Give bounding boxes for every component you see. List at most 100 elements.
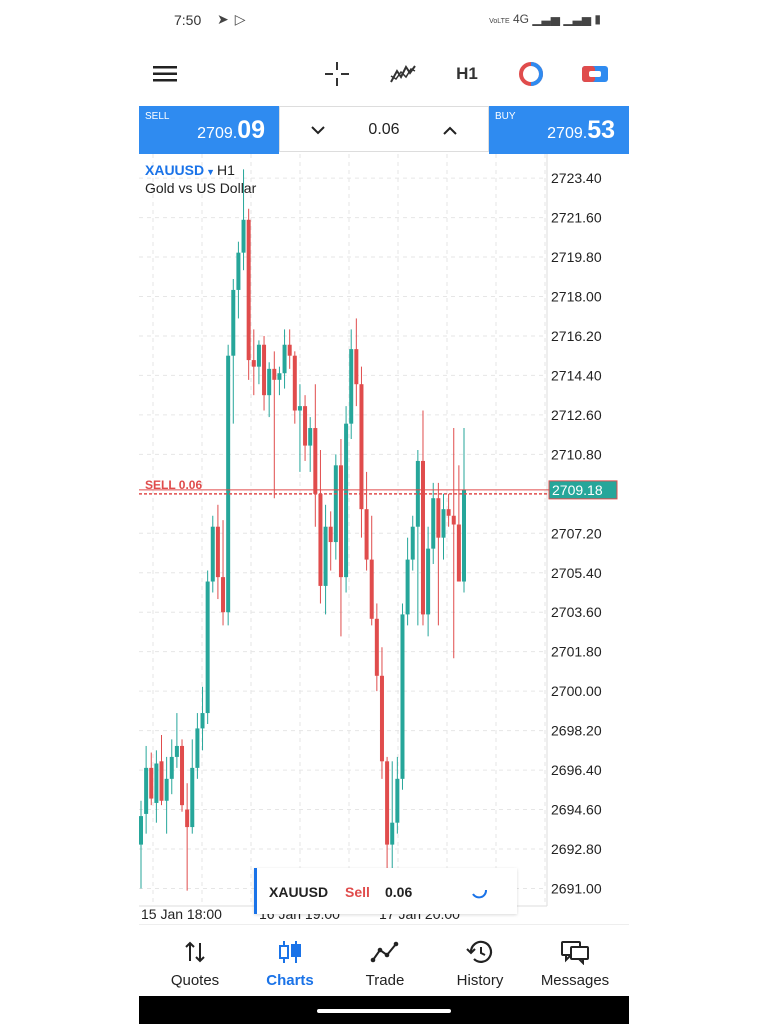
trade-icon: [370, 941, 399, 963]
price-axis-label: 2694.60: [551, 802, 602, 818]
buy-price: 2709.53: [547, 116, 615, 145]
play-icon: ▷: [234, 11, 252, 27]
price-axis-label: 2691.00: [551, 880, 602, 896]
candle-bearish: [215, 526, 220, 578]
price-axis-label: 2698.20: [551, 723, 602, 739]
candle-bullish: [344, 423, 349, 578]
chart-timeframe: H1: [217, 162, 235, 178]
nav-history-label: History: [456, 972, 504, 989]
candle-bullish: [231, 289, 236, 356]
toast-order-type: Sell: [345, 884, 370, 900]
system-navigation-bar: [139, 996, 629, 1024]
indicators-button[interactable]: [383, 48, 423, 100]
candle-bullish: [349, 349, 354, 424]
candle-bearish: [272, 368, 277, 380]
volume-increase-button[interactable]: [432, 107, 468, 153]
signal-icon-2: ▁▃▅: [563, 12, 592, 26]
chart-symbol-header: XAUUSD ▼ H1: [145, 162, 235, 178]
price-axis-label: 2723.40: [551, 170, 602, 186]
buy-button[interactable]: BUY 2709.53: [489, 106, 629, 154]
signal-icon: ▁▃▅: [532, 12, 561, 26]
candle-bearish: [354, 349, 359, 385]
price-axis-label: 2705.40: [551, 565, 602, 581]
candle-bearish: [338, 465, 343, 578]
nav-charts[interactable]: Charts: [242, 925, 338, 997]
nav-quotes-label: Quotes: [170, 972, 220, 989]
buy-price-big: 53: [587, 116, 615, 144]
candle-bearish: [436, 498, 441, 538]
candle-bullish: [308, 428, 313, 446]
candle-bearish: [221, 577, 226, 613]
toast-symbol: XAUUSD: [269, 884, 329, 900]
network-type: 4G: [512, 12, 529, 26]
candle-bearish: [420, 460, 425, 615]
nav-messages[interactable]: Messages: [527, 925, 623, 997]
candle-bullish: [405, 559, 410, 615]
candle-bullish: [200, 713, 205, 729]
candle-bullish: [390, 822, 395, 845]
sell-button[interactable]: SELL 2709.09: [139, 106, 279, 154]
candle-bullish: [205, 581, 210, 714]
candle-bearish: [159, 761, 164, 801]
timeframe-button[interactable]: H1: [447, 48, 487, 100]
candle-bullish: [426, 548, 431, 615]
candle-bearish: [328, 526, 333, 543]
nav-trade[interactable]: Trade: [337, 925, 433, 997]
chart-toolbar: H1: [139, 48, 629, 100]
toast-volume: 0.06: [385, 884, 413, 900]
crosshair-button[interactable]: [317, 48, 357, 100]
candle-bullish: [139, 816, 143, 845]
candle-bullish: [282, 344, 287, 374]
candle-bearish: [364, 509, 369, 560]
candlestick-chart[interactable]: 2723.40 2721.60 2719.80 2718.00 2716.20 2714.…: [139, 154, 629, 924]
candle-bullish: [441, 509, 446, 538]
candle-bearish: [313, 428, 318, 494]
candle-bearish: [385, 761, 390, 845]
candle-bullish: [431, 498, 436, 549]
candle-bearish: [303, 406, 308, 446]
menu-button[interactable]: [145, 48, 185, 100]
candle-bullish: [267, 368, 272, 396]
price-axis-label: 2710.80: [551, 446, 602, 462]
candle-bearish: [262, 344, 267, 396]
nav-quotes[interactable]: Quotes: [147, 925, 243, 997]
nav-trade-label: Trade: [365, 972, 405, 989]
candle-bullish: [174, 745, 179, 757]
chart-area[interactable]: 2723.40 2721.60 2719.80 2718.00 2716.20 2714.…: [139, 154, 629, 924]
price-axis-label: 2721.60: [551, 210, 602, 226]
nav-charts-label: Charts: [266, 972, 314, 989]
candle-bullish: [144, 767, 149, 814]
one-click-trading-button[interactable]: [575, 48, 615, 100]
nav-history[interactable]: History: [432, 925, 528, 997]
candle-bearish: [149, 767, 154, 799]
one-click-trading-icon: [582, 66, 608, 82]
nav-messages-label: Messages: [540, 972, 610, 989]
candle-bearish: [185, 809, 190, 828]
price-axis-label: 2716.20: [551, 328, 602, 344]
candle-bearish: [451, 515, 456, 525]
time-axis-label: 15 Jan 18:00: [141, 906, 222, 922]
order-toast: XAUUSD Sell 0.06: [254, 868, 517, 914]
candle-bearish: [456, 524, 461, 582]
volte-icon: VoLTE: [489, 18, 510, 25]
system-icons: VoLTE 4G ▁▃▅ ▁▃▅ ▮: [489, 12, 601, 26]
history-icon: [466, 940, 493, 963]
sell-price-prefix: 2709.: [197, 125, 238, 142]
price-axis-label: 2718.00: [551, 289, 602, 305]
candle-bullish: [395, 778, 400, 823]
price-axis-label: 2712.60: [551, 407, 602, 423]
candle-bullish: [164, 778, 169, 801]
status-time: 7:50: [174, 12, 202, 28]
home-indicator[interactable]: [317, 1009, 451, 1013]
price-axis-label: 2692.80: [551, 841, 602, 857]
objects-button[interactable]: [511, 48, 551, 100]
volume-control: 0.06: [279, 106, 489, 152]
symbol-selector[interactable]: XAUUSD: [145, 162, 204, 178]
candle-bearish: [287, 344, 292, 356]
candle-bearish: [180, 745, 185, 806]
messages-icon: [561, 941, 589, 965]
candle-bullish: [226, 355, 231, 613]
crosshair-icon: [325, 62, 349, 86]
sell-price-big: 09: [237, 116, 265, 144]
candle-bearish: [292, 355, 297, 411]
